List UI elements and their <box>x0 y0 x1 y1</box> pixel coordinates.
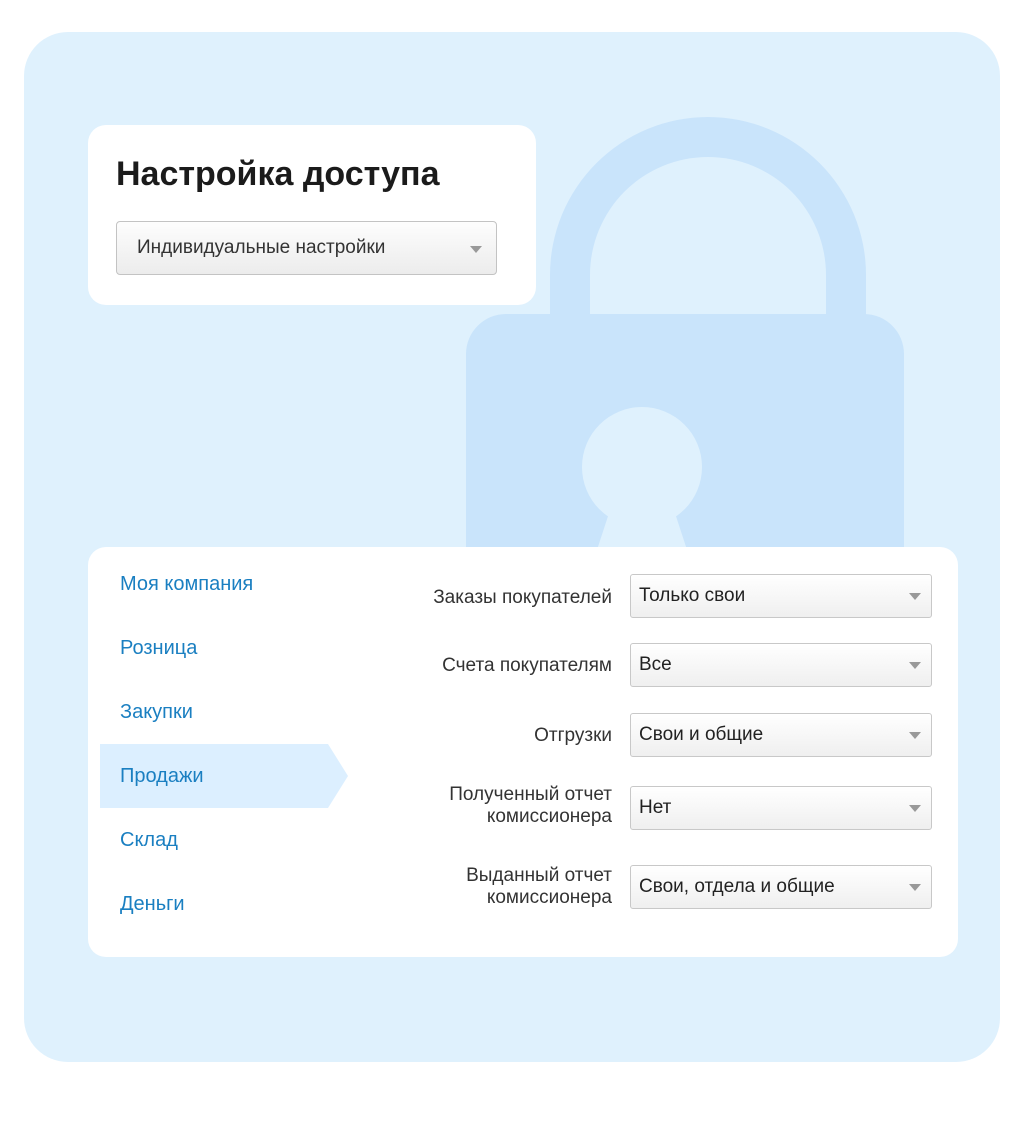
permission-select[interactable]: Только свои <box>630 574 932 618</box>
permission-label: Выданный отчет комиссионера <box>466 865 612 908</box>
permission-value: Свои и общие <box>639 724 764 745</box>
nav-item-my-company[interactable]: Моя компания <box>100 552 328 616</box>
permission-select[interactable]: Свои и общие <box>630 713 932 757</box>
chevron-down-icon <box>909 805 921 812</box>
permission-value: Все <box>639 654 672 675</box>
nav-item-retail[interactable]: Розница <box>100 616 328 680</box>
permission-value: Нет <box>639 797 672 818</box>
chevron-down-icon <box>909 593 921 600</box>
permissions-card: Моя компания Розница Закупки Продажи Скл… <box>88 547 958 957</box>
nav-item-purchases[interactable]: Закупки <box>100 680 328 744</box>
chevron-down-icon <box>909 884 921 891</box>
permission-label: Полученный отчет комиссионера <box>449 784 612 827</box>
permission-select[interactable]: Свои, отдела и общие <box>630 865 932 909</box>
chevron-down-icon <box>470 246 482 253</box>
permission-select[interactable]: Нет <box>630 786 932 830</box>
nav-item-warehouse[interactable]: Склад <box>100 808 328 872</box>
nav-item-money[interactable]: Деньги <box>100 872 328 936</box>
chevron-down-icon <box>909 732 921 739</box>
access-settings-card: Настройка доступа Индивидуальные настрой… <box>88 125 536 305</box>
page-title: Настройка доступа <box>116 155 440 193</box>
chevron-down-icon <box>909 662 921 669</box>
nav-item-sales[interactable]: Продажи <box>100 744 348 808</box>
access-preset-value: Индивидуальные настройки <box>137 237 386 258</box>
permission-label: Счета покупателям <box>442 655 612 676</box>
access-preset-select[interactable]: Индивидуальные настройки <box>116 221 497 275</box>
permission-label: Отгрузки <box>534 725 612 746</box>
permission-value: Только свои <box>639 585 746 606</box>
permission-value: Свои, отдела и общие <box>639 876 835 897</box>
permission-select[interactable]: Все <box>630 643 932 687</box>
permission-label: Заказы покупателей <box>433 587 612 608</box>
